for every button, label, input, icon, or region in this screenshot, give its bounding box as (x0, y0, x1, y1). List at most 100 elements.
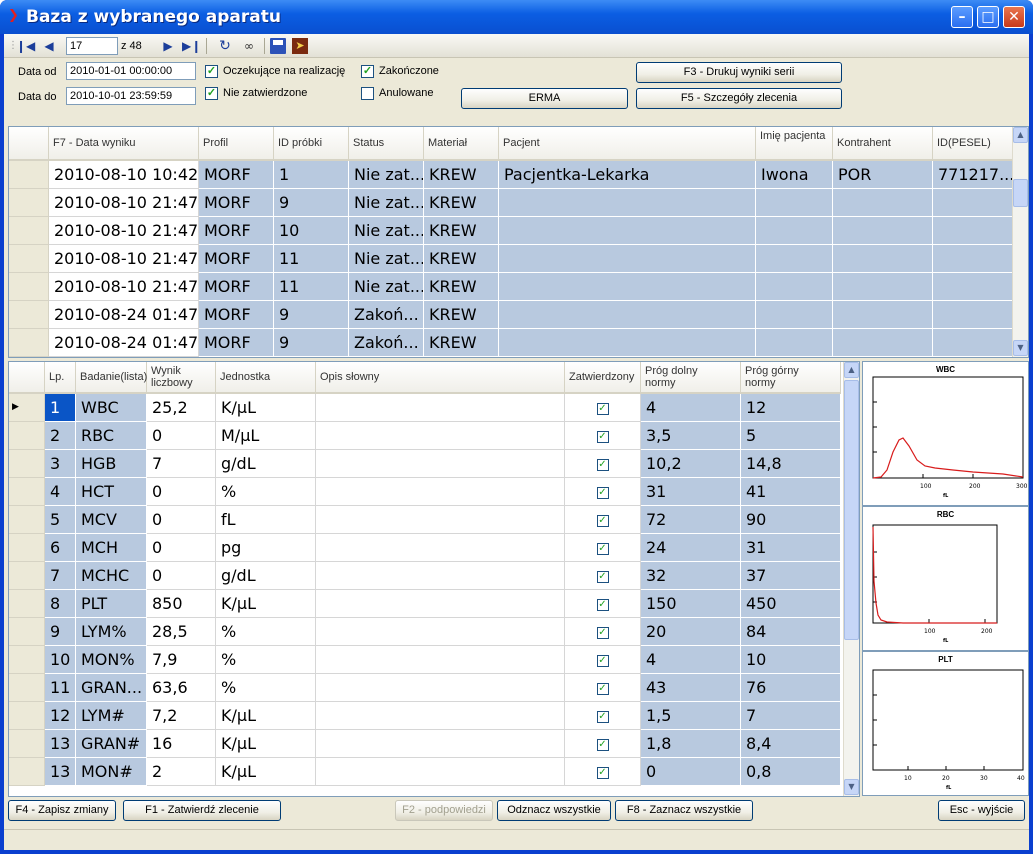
orders-cell-material[interactable]: KREW (424, 329, 499, 357)
orders-cell-patient[interactable] (499, 301, 756, 329)
results-cell-approved[interactable]: ✓ (565, 562, 641, 590)
pending-checkbox[interactable]: ✓ (205, 65, 218, 78)
cancelled-checkbox[interactable] (361, 87, 374, 100)
column-header-sample-id[interactable]: ID próbki (274, 127, 349, 161)
row-header[interactable] (9, 702, 45, 730)
results-cell-unit[interactable]: K/µL (216, 394, 316, 422)
unmark-all-button[interactable]: Odznacz wszystkie (497, 800, 611, 821)
orders-cell-material[interactable]: KREW (424, 301, 499, 329)
results-cell-unit[interactable]: K/µL (216, 702, 316, 730)
results-cell-lp[interactable]: 1 (45, 394, 76, 422)
approved-checkbox[interactable]: ✓ (596, 486, 609, 499)
orders-cell-contractor[interactable] (833, 245, 933, 273)
refresh-icon[interactable]: ↻ (216, 37, 234, 55)
approve-order-button[interactable]: F1 - Zatwierdź zlecenie (123, 800, 281, 821)
orders-cell-material[interactable]: KREW (424, 189, 499, 217)
orders-cell-patient[interactable] (499, 329, 756, 357)
orders-cell-first-name[interactable] (756, 217, 833, 245)
column-header-patient[interactable]: Pacjent (499, 127, 756, 161)
results-cell-unit[interactable]: % (216, 646, 316, 674)
results-cell-description[interactable] (316, 674, 565, 702)
results-cell-lp[interactable]: 6 (45, 534, 76, 562)
column-header-test[interactable]: Badanie(lista) (76, 362, 147, 394)
row-header[interactable] (9, 329, 49, 357)
next-record-icon[interactable]: ▶ (159, 37, 177, 55)
orders-cell-patient[interactable] (499, 273, 756, 301)
results-cell-approved[interactable]: ✓ (565, 478, 641, 506)
results-cell-upper-limit[interactable]: 37 (741, 562, 841, 590)
first-record-icon[interactable]: ❙◀ (16, 37, 35, 55)
orders-cell-contractor[interactable] (833, 329, 933, 357)
results-cell-value[interactable]: 2 (147, 758, 216, 786)
results-cell-approved[interactable]: ✓ (565, 506, 641, 534)
results-cell-value[interactable]: 28,5 (147, 618, 216, 646)
orders-cell-sample-id[interactable]: 9 (274, 329, 349, 357)
results-cell-approved[interactable]: ✓ (565, 646, 641, 674)
results-cell-approved[interactable]: ✓ (565, 618, 641, 646)
orders-cell-sample-id[interactable]: 11 (274, 273, 349, 301)
results-cell-description[interactable] (316, 534, 565, 562)
results-cell-test[interactable]: MON% (76, 646, 147, 674)
approved-checkbox[interactable]: ✓ (596, 514, 609, 527)
results-cell-value[interactable]: 16 (147, 730, 216, 758)
column-header-value[interactable]: Wynik liczbowy (147, 362, 216, 394)
exit-button[interactable]: Esc - wyjście (938, 800, 1025, 821)
results-cell-unit[interactable]: % (216, 674, 316, 702)
column-header-first-name[interactable]: Imię pacjenta (756, 127, 833, 161)
orders-cell-patient[interactable] (499, 245, 756, 273)
orders-cell-pesel[interactable] (933, 217, 1014, 245)
approved-checkbox[interactable]: ✓ (596, 598, 609, 611)
row-header[interactable] (9, 618, 45, 646)
results-cell-upper-limit[interactable]: 41 (741, 478, 841, 506)
results-cell-test[interactable]: GRAN... (76, 674, 147, 702)
approved-checkbox[interactable]: ✓ (596, 430, 609, 443)
results-cell-lower-limit[interactable]: 3,5 (641, 422, 741, 450)
orders-cell-contractor[interactable]: POR (833, 161, 933, 189)
close-button[interactable]: ✕ (1003, 6, 1025, 28)
row-header[interactable] (9, 562, 45, 590)
unapproved-checkbox[interactable]: ✓ (205, 87, 218, 100)
orders-scrollbar[interactable]: ▲ ▼ (1012, 127, 1028, 357)
last-record-icon[interactable]: ▶❙ (182, 37, 201, 55)
results-cell-description[interactable] (316, 478, 565, 506)
orders-cell-pesel[interactable] (933, 329, 1014, 357)
results-cell-upper-limit[interactable]: 7 (741, 702, 841, 730)
results-cell-upper-limit[interactable]: 450 (741, 590, 841, 618)
orders-cell-contractor[interactable] (833, 189, 933, 217)
orders-cell-patient[interactable] (499, 217, 756, 245)
scroll-up-icon[interactable]: ▲ (1013, 127, 1028, 143)
results-cell-description[interactable] (316, 506, 565, 534)
results-cell-lp[interactable]: 11 (45, 674, 76, 702)
orders-cell-pesel[interactable] (933, 245, 1014, 273)
results-cell-unit[interactable]: K/µL (216, 730, 316, 758)
orders-cell-profile[interactable]: MORF (199, 189, 274, 217)
results-cell-lp[interactable]: 13 (45, 758, 76, 786)
scroll-thumb[interactable] (1013, 179, 1028, 207)
column-header-description[interactable]: Opis słowny (316, 362, 565, 394)
orders-cell-profile[interactable]: MORF (199, 161, 274, 189)
column-header-unit[interactable]: Jednostka (216, 362, 316, 394)
approved-checkbox[interactable]: ✓ (596, 738, 609, 751)
orders-cell-material[interactable]: KREW (424, 245, 499, 273)
mark-all-button[interactable]: F8 - Zaznacz wszystkie (615, 800, 753, 821)
orders-cell-pesel[interactable] (933, 189, 1014, 217)
results-cell-test[interactable]: MON# (76, 758, 147, 786)
results-cell-upper-limit[interactable]: 8,4 (741, 730, 841, 758)
approved-checkbox[interactable]: ✓ (596, 570, 609, 583)
orders-cell-profile[interactable]: MORF (199, 329, 274, 357)
results-cell-lower-limit[interactable]: 4 (641, 394, 741, 422)
results-cell-upper-limit[interactable]: 0,8 (741, 758, 841, 786)
results-cell-unit[interactable]: pg (216, 534, 316, 562)
orders-cell-status[interactable]: Nie zat... (349, 217, 424, 245)
results-cell-unit[interactable]: fL (216, 506, 316, 534)
row-header[interactable]: ▶ (9, 394, 45, 422)
orders-cell-date[interactable]: 2010-08-10 21:47... (49, 273, 199, 301)
title-bar[interactable]: ❯ Baza z wybranego aparatu – □ ✕ (0, 0, 1033, 34)
orders-cell-first-name[interactable] (756, 245, 833, 273)
results-cell-upper-limit[interactable]: 76 (741, 674, 841, 702)
results-cell-description[interactable] (316, 618, 565, 646)
orders-cell-sample-id[interactable]: 9 (274, 301, 349, 329)
results-cell-lower-limit[interactable]: 0 (641, 758, 741, 786)
minimize-button[interactable]: – (951, 6, 973, 28)
results-cell-lower-limit[interactable]: 24 (641, 534, 741, 562)
